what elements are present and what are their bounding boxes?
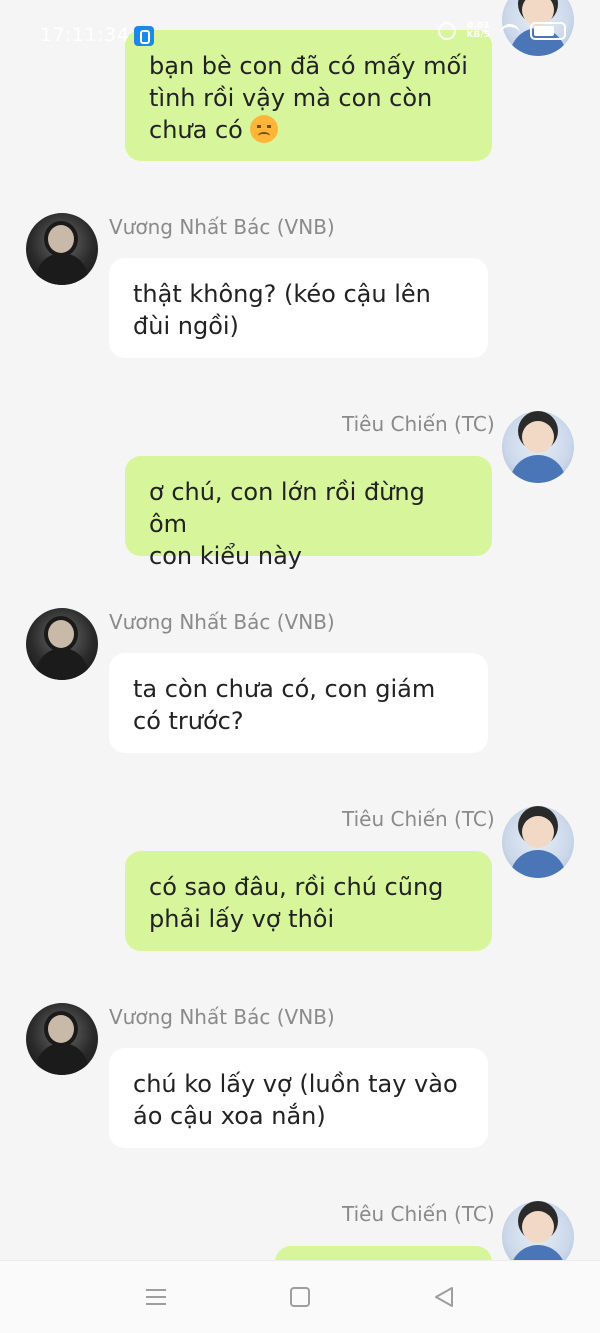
sad-face-emoji-icon [250,115,279,143]
message-bubble[interactable]: chú ko lấy vợ (luồn tay vào áo cậu xoa n… [109,1048,488,1148]
message-text-with-emoji: chưa có [149,114,468,146]
menu-icon[interactable] [146,1289,166,1305]
message-text: ta còn chưa có, con giám [133,675,436,703]
message-text: đùi ngồi) [133,312,239,340]
avatar-vuong-nhat-bac[interactable] [26,213,98,285]
status-time: 17:11:34 [40,24,130,46]
message-bubble[interactable]: có sao đâu, rồi chú cũng phải lấy vợ thô… [125,851,492,951]
avatar-vuong-nhat-bac[interactable] [26,1003,98,1075]
sender-name: Tiêu Chiến (TC) [342,807,495,831]
wifi-icon [500,24,520,38]
message-bubble[interactable]: ơ chú, con lớn rồi đừng ôm con kiểu này [125,456,492,570]
message-text: phải lấy vợ thôi [149,905,335,933]
network-speed: 0.03 KB/S [466,22,490,40]
sender-name: Vương Nhất Bác (VNB) [109,1005,335,1029]
avatar-tieu-chien[interactable] [502,806,574,878]
sender-name: Vương Nhất Bác (VNB) [109,215,335,239]
status-bar: 17:11:34 0.03 KB/S [0,0,600,72]
navigation-bar [0,1260,600,1333]
chat-screen: bạn bè con đã có mấy mối tình rồi vậy mà… [0,0,600,1333]
message-text: thật không? (kéo cậu lên [133,280,431,308]
back-triangle-icon [435,1287,453,1307]
sender-name: Vương Nhất Bác (VNB) [109,610,335,634]
network-speed-unit: KB/S [466,30,490,40]
app-notification-icon [134,26,154,46]
sender-name: Tiêu Chiến (TC) [342,1202,495,1226]
home-icon[interactable] [290,1287,310,1307]
avatar-vuong-nhat-bac[interactable] [26,608,98,680]
message-text: ơ chú, con lớn rồi đừng ôm [149,478,425,538]
message-text: có trước? [133,707,244,735]
status-indicators: 0.03 KB/S [438,22,566,40]
message-text: con kiểu này [149,542,303,570]
message-text: có sao đâu, rồi chú cũng [149,873,444,901]
message-bubble[interactable]: thật không? (kéo cậu lên đùi ngồi) [109,258,488,358]
message-text: tình rồi vậy mà con còn [149,84,433,112]
chat-conversation[interactable]: bạn bè con đã có mấy mối tình rồi vậy mà… [0,0,600,1306]
message-text: áo cậu xoa nắn) [133,1102,326,1130]
message-text: chú ko lấy vợ (luồn tay vào [133,1070,458,1098]
sender-name: Tiêu Chiến (TC) [342,412,495,436]
alarm-icon [438,22,457,40]
back-icon[interactable] [432,1285,456,1309]
message-bubble[interactable]: ta còn chưa có, con giám có trước? [109,653,488,753]
battery-icon [530,22,566,40]
avatar-tieu-chien[interactable] [502,411,574,483]
